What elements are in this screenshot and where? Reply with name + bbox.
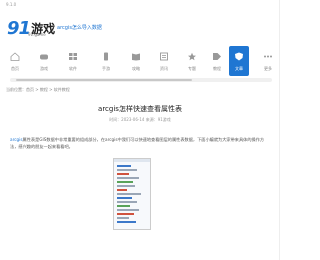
nav-label: 手游 (102, 66, 110, 71)
article-paragraph: arcgis属性表是GIS数据中非常重要的组成部分，在arcgis中我们可以快速… (10, 136, 272, 150)
nav-label: 游戏 (40, 66, 48, 71)
site-logo[interactable]: 91 游戏 91.game (7, 17, 55, 39)
nav-label: 软件 (69, 66, 77, 71)
screenshot-row (117, 205, 130, 207)
nav-item-news[interactable]: 资讯 (155, 46, 173, 76)
site-tagline[interactable]: arcgis怎么导入数据 (57, 24, 102, 31)
nav-label: 首页 (11, 66, 19, 71)
nav-item-games[interactable]: 游戏 (35, 46, 53, 76)
screenshot-row (117, 185, 135, 187)
nav-item-topics[interactable]: 专题 (183, 46, 201, 76)
nav-item-tutorials[interactable]: 教程 (208, 46, 226, 76)
nav-item-mobile-games[interactable]: 手游 (97, 46, 115, 76)
nav-scrollbar[interactable] (10, 78, 272, 82)
screenshot-row (117, 177, 139, 179)
screenshot-row (117, 209, 139, 211)
screenshot-row (117, 213, 134, 215)
nav-item-guides[interactable]: 攻略 (127, 46, 145, 76)
logo-number: 91 (7, 17, 31, 39)
logo-subtext: 91.game (28, 32, 46, 37)
screenshot-row (117, 193, 141, 195)
phone-icon (104, 52, 108, 61)
book-icon (132, 53, 140, 61)
paragraph-keyword[interactable]: arcgis (10, 137, 23, 142)
article-screenshot (113, 158, 151, 230)
page-edge (279, 0, 280, 260)
nav-item-software[interactable]: 软件 (64, 46, 82, 76)
grid-icon (69, 53, 77, 60)
shield-icon (235, 52, 243, 61)
controller-icon (40, 54, 48, 60)
article-title: arcgis怎样快速查看属性表 (98, 105, 182, 113)
home-icon (10, 52, 20, 61)
star-icon (188, 52, 196, 61)
paragraph-text: 属性表是GIS数据中非常重要的组成部分，在arcgis中我们可以快速地查看图层的… (10, 137, 265, 149)
scrollbar-thumb[interactable] (16, 79, 192, 81)
article-meta: 时间：2023-06-14 来源：91游戏 (109, 117, 171, 122)
screenshot-row (117, 197, 132, 199)
nav-item-more[interactable]: 更多 (259, 46, 277, 76)
nav-item-articles[interactable]: 文章 (229, 46, 249, 76)
nav-label: 攻略 (132, 66, 140, 71)
screenshot-row (117, 189, 127, 191)
nav-label: 更多 (264, 66, 272, 71)
main-nav: 首页 游戏 软件 手游 攻略 资讯 专题 教程 文章 更多 (0, 46, 280, 76)
breadcrumb: 当前位置：首页 > 教程 > 软件教程 (6, 87, 70, 92)
nav-label: 专题 (188, 66, 196, 71)
screenshot-row (117, 221, 136, 223)
nav-item-home[interactable]: 首页 (6, 46, 24, 76)
screenshot-row (117, 173, 129, 175)
screenshot-row (117, 201, 137, 203)
nav-label: 教程 (213, 66, 221, 71)
top-bar: 9.1.0 (0, 0, 280, 10)
screenshot-row (117, 165, 131, 167)
more-icon (264, 55, 272, 58)
news-icon (160, 52, 168, 61)
nav-label: 资讯 (160, 66, 168, 71)
tag-icon (213, 53, 221, 60)
screenshot-row (117, 217, 129, 219)
screenshot-row (117, 169, 137, 171)
screenshot-titlebar (114, 159, 150, 162)
top-bar-text: 9.1.0 (6, 2, 17, 7)
nav-label: 文章 (235, 66, 243, 71)
screenshot-row (117, 181, 133, 183)
